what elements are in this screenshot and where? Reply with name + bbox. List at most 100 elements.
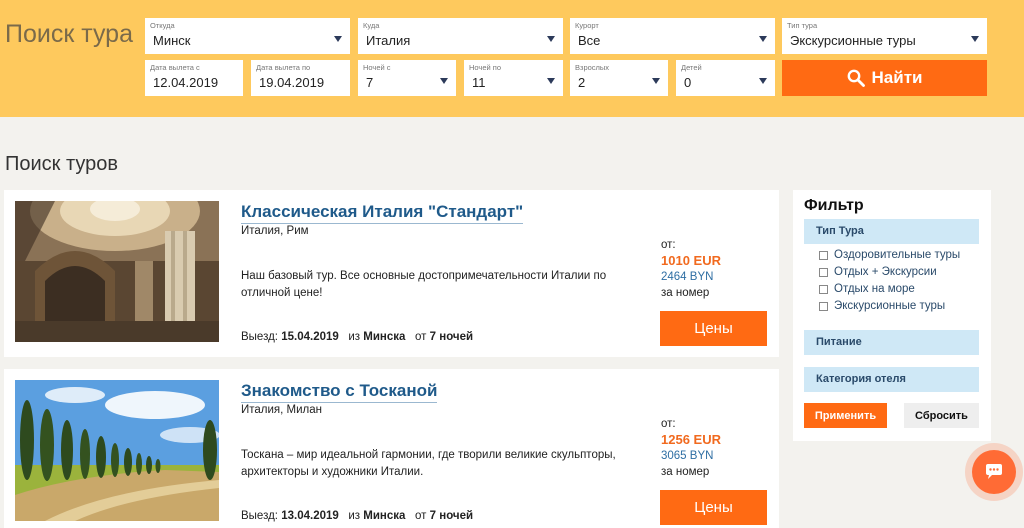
tour-type-value: Экскурсионные туры [790, 33, 916, 48]
price-eur: 1256 EUR [661, 432, 721, 447]
from-city: Минска [363, 331, 406, 343]
filter-section-tour-type[interactable]: Тип Тура [804, 219, 979, 244]
date-to-label: Дата вылета по [256, 63, 311, 72]
tour-title-link[interactable]: Классическая Италия "Стандарт" [241, 202, 524, 224]
to-value: Италия [366, 33, 411, 48]
tour-price: от: 1256 EUR 3065 BYN за номер [661, 416, 721, 480]
option-label: Экскурсионные туры [834, 300, 946, 312]
to-label: Куда [363, 21, 380, 30]
chat-icon [986, 464, 1002, 479]
from-select[interactable]: Откуда Минск [145, 18, 350, 54]
date-from-label: Дата вылета с [150, 63, 200, 72]
filter-section-meals[interactable]: Питание [804, 330, 979, 355]
chevron-down-icon [652, 78, 660, 84]
nights-label: от [415, 510, 427, 522]
filter-panel: Фильтр Тип Тура Оздоровительные туры Отд… [793, 190, 991, 441]
price-unit: за номер [661, 287, 710, 299]
option-label: Оздоровительные туры [834, 249, 961, 261]
chevron-down-icon [759, 78, 767, 84]
tour-price: от: 1010 EUR 2464 BYN за номер [661, 237, 721, 301]
to-select[interactable]: Куда Италия [358, 18, 563, 54]
option-label: Отдых + Экскурсии [834, 266, 937, 278]
chevron-down-icon [547, 78, 555, 84]
children-value: 0 [684, 75, 692, 90]
prices-button[interactable]: Цены [660, 490, 767, 525]
tour-departure: Выезд: 15.04.2019 из Минска от 7 ночей [241, 331, 473, 343]
tour-type-select[interactable]: Тип тура Экскурсионные туры [782, 18, 987, 54]
children-select[interactable]: Детей 0 [676, 60, 775, 96]
checkbox[interactable] [819, 284, 828, 294]
price-from-label: от: [661, 239, 676, 251]
tour-location: Италия, Рим [241, 225, 309, 237]
nights-value: 7 ночей [429, 510, 474, 522]
nights-to-select[interactable]: Ночей по 11 [464, 60, 563, 96]
filter-option[interactable]: Оздоровительные туры [819, 249, 960, 261]
chevron-down-icon [759, 36, 767, 42]
find-button[interactable]: Найти [782, 60, 987, 96]
filter-section-hotel-category[interactable]: Категория отеля [804, 367, 979, 392]
from-label: из [348, 331, 361, 343]
from-label: Откуда [150, 21, 175, 30]
price-byn: 2464 BYN [661, 271, 714, 283]
adults-select[interactable]: Взрослых 2 [570, 60, 668, 96]
tour-departure: Выезд: 13.04.2019 из Минска от 7 ночей [241, 510, 473, 522]
reset-button[interactable]: Сбросить [904, 403, 979, 428]
date-to-value: 19.04.2019 [259, 75, 325, 90]
chevron-down-icon [334, 36, 342, 42]
tour-title-link[interactable]: Знакомство с Тосканой [241, 381, 438, 403]
date-from-field[interactable]: Дата вылета с 12.04.2019 [145, 60, 243, 96]
departure-date: 13.04.2019 [281, 510, 339, 522]
adults-value: 2 [578, 75, 586, 90]
chevron-down-icon [440, 78, 448, 84]
resort-label: Курорт [575, 21, 599, 30]
price-byn: 3065 BYN [661, 450, 714, 462]
page-title: Поиск туров [5, 153, 119, 175]
filter-option[interactable]: Отдых на море [819, 283, 915, 295]
date-from-value: 12.04.2019 [153, 75, 219, 90]
nights-from-label: Ночей с [363, 63, 391, 72]
filter-option[interactable]: Отдых + Экскурсии [819, 266, 937, 278]
from-label: из [348, 510, 361, 522]
tour-description: Тоскана – мир идеальной гармонии, где тв… [241, 449, 616, 478]
tour-description: Наш базовый тур. Все основные достоприме… [241, 270, 607, 299]
from-city: Минска [363, 510, 406, 522]
tour-location: Италия, Милан [241, 404, 323, 416]
search-panel: Поиск тура Откуда Минск Куда Италия Куро… [0, 0, 1024, 117]
chevron-down-icon [547, 36, 555, 42]
tour-photo-rome[interactable] [15, 201, 219, 342]
nights-from-value: 7 [366, 75, 374, 90]
prices-button[interactable]: Цены [660, 311, 767, 346]
departure-date: 15.04.2019 [281, 331, 339, 343]
from-value: Минск [153, 33, 191, 48]
tour-photo-tuscany[interactable] [15, 380, 219, 521]
apply-button[interactable]: Применить [804, 403, 887, 428]
resort-select[interactable]: Курорт Все [570, 18, 775, 54]
resort-value: Все [578, 33, 601, 48]
departure-label: Выезд: [241, 510, 279, 522]
adults-label: Взрослых [575, 63, 610, 72]
children-label: Детей [681, 63, 702, 72]
departure-label: Выезд: [241, 331, 279, 343]
tour-card: Классическая Италия "Стандарт" Италия, Р… [4, 190, 779, 357]
filter-title: Фильтр [804, 197, 864, 214]
chat-button[interactable] [965, 443, 1023, 501]
nights-value: 7 ночей [429, 331, 474, 343]
chat-button-inner [972, 450, 1016, 494]
nights-to-label: Ночей по [469, 63, 502, 72]
option-label: Отдых на море [834, 283, 915, 295]
tour-type-label: Тип тура [787, 21, 818, 30]
search-icon [847, 69, 865, 87]
checkbox[interactable] [819, 250, 828, 260]
price-eur: 1010 EUR [661, 253, 721, 268]
date-to-field[interactable]: Дата вылета по 19.04.2019 [251, 60, 350, 96]
search-title: Поиск тура [5, 20, 133, 48]
chevron-down-icon [971, 36, 979, 42]
find-label: Найти [871, 68, 923, 87]
price-from-label: от: [661, 418, 676, 430]
checkbox[interactable] [819, 267, 828, 277]
checkbox[interactable] [819, 301, 828, 311]
nights-label: от [415, 331, 427, 343]
filter-option[interactable]: Экскурсионные туры [819, 300, 945, 312]
nights-from-select[interactable]: Ночей с 7 [358, 60, 456, 96]
nights-to-value: 11 [472, 75, 486, 90]
